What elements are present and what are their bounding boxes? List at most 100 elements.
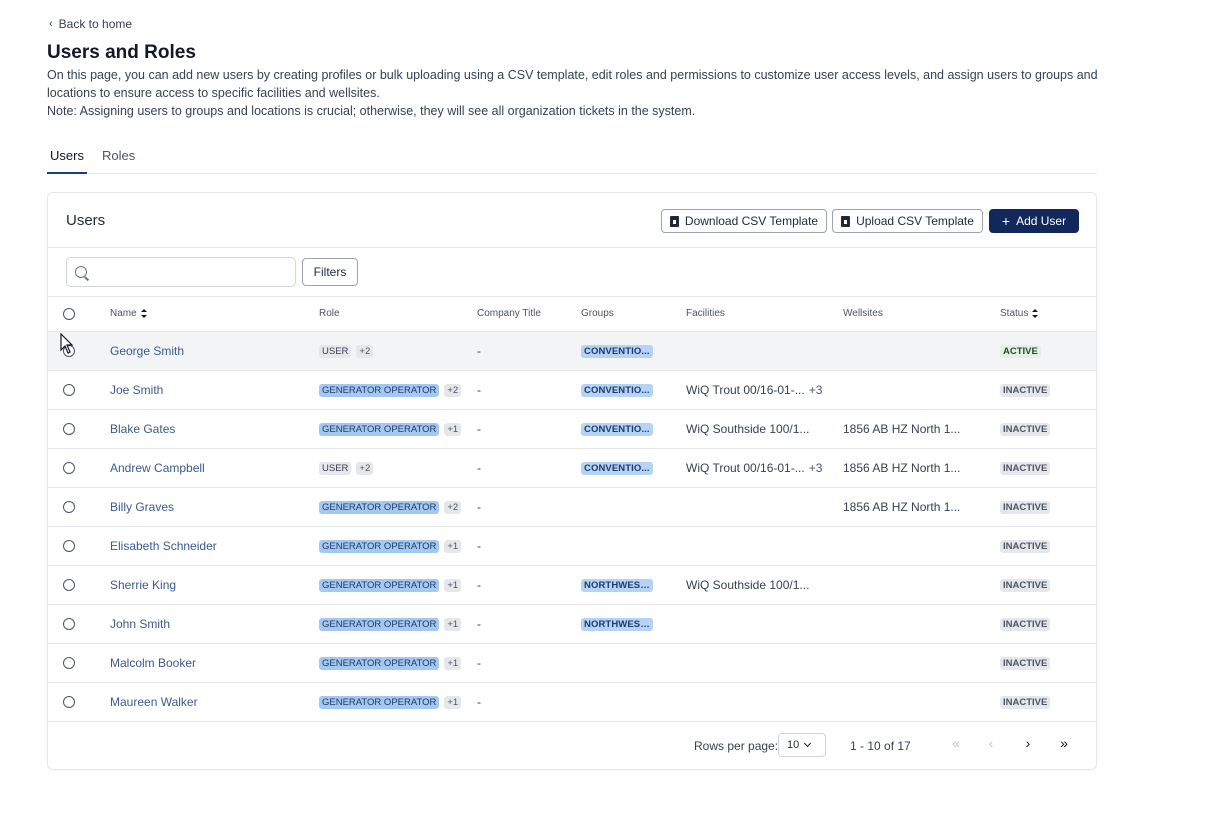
column-header-name[interactable]: Name (110, 297, 319, 332)
company-title: - (477, 577, 481, 592)
chevron-left-icon: ‹ (49, 18, 53, 30)
table-header-row: Name Role Company Title Groups Facilitie… (48, 297, 1096, 332)
facility-text: WiQ Trout 00/16-01-... (686, 382, 805, 397)
page-range: 1 - 10 of 17 (850, 739, 911, 753)
group-badge: NORTHWEST... (581, 578, 653, 592)
user-name-link[interactable]: George Smith (110, 344, 184, 358)
status-badge: ACTIVE (1000, 345, 1041, 358)
company-title: - (477, 499, 481, 514)
table-row[interactable]: Blake Gates GENERATOR OPERATOR +1 - CONVENTI… (48, 409, 1096, 448)
user-name-link[interactable]: Billy Graves (110, 500, 174, 514)
table-row[interactable]: Andrew Campbell USER +2 - CONVENTIO... WiQ Tr… (48, 448, 1096, 487)
role-badge: USER (319, 344, 352, 358)
column-header-role: Role (319, 297, 477, 332)
row-checkbox[interactable] (63, 423, 75, 436)
company-title: - (477, 382, 481, 397)
table-row[interactable]: Maureen Walker GENERATOR OPERATOR +1 - INACT… (48, 682, 1096, 721)
sort-icon (140, 309, 147, 319)
page-description-note: Note: Assigning users to groups and loca… (47, 104, 696, 118)
role-badge: GENERATOR OPERATOR (319, 422, 440, 436)
download-csv-template-button[interactable]: Download CSV Template (661, 209, 827, 233)
role-more-badge: +1 (444, 617, 462, 631)
status-badge: INACTIVE (1000, 579, 1051, 592)
facility-text: WiQ Southside 100/1... (686, 577, 810, 592)
row-checkbox[interactable] (63, 384, 75, 397)
upload-label: Upload CSV Template (856, 214, 974, 228)
tab-roles[interactable]: Roles (99, 140, 138, 174)
tab-users[interactable]: Users (47, 140, 87, 174)
tab-bar: Users Roles (47, 140, 1097, 174)
user-name-link[interactable]: Elisabeth Schneider (110, 539, 217, 553)
rows-per-page-select[interactable]: 10 (778, 733, 826, 757)
role-badge: GENERATOR OPERATOR (319, 383, 440, 397)
role-more-badge: +2 (356, 344, 374, 358)
page-description: On this page, you can add new users by c… (47, 66, 1107, 120)
row-checkbox[interactable] (63, 540, 75, 553)
last-page-button[interactable]: » (1056, 735, 1072, 751)
role-badge: GENERATOR OPERATOR (319, 617, 440, 631)
add-user-button[interactable]: + Add User (989, 209, 1079, 233)
role-badge: GENERATOR OPERATOR (319, 695, 440, 709)
table-row[interactable]: Billy Graves GENERATOR OPERATOR +2 - 1856 AB… (48, 487, 1096, 526)
company-title: - (477, 694, 481, 709)
column-header-status[interactable]: Status (1000, 297, 1096, 332)
select-all-checkbox[interactable] (63, 307, 75, 320)
status-badge: INACTIVE (1000, 540, 1051, 553)
user-name-link[interactable]: Joe Smith (110, 383, 163, 397)
facility-more-link[interactable]: +3 (809, 461, 823, 475)
card-header: Users Download CSV Template Upload CSV T… (48, 193, 1096, 248)
row-checkbox[interactable] (63, 657, 75, 670)
search-box (66, 257, 296, 287)
user-name-link[interactable]: Sherrie King (110, 578, 176, 592)
table-row[interactable]: George Smith USER +2 - CONVENTIO... ACTIVE (48, 331, 1096, 370)
chevron-down-icon (804, 739, 812, 748)
user-name-link[interactable]: Maureen Walker (110, 695, 198, 709)
row-checkbox[interactable] (63, 696, 75, 709)
facility-text: WiQ Trout 00/16-01-... (686, 460, 805, 475)
table-row[interactable]: John Smith GENERATOR OPERATOR +1 - NORTHWEST… (48, 604, 1096, 643)
status-badge: INACTIVE (1000, 696, 1051, 709)
row-checkbox[interactable] (63, 618, 75, 631)
row-checkbox[interactable] (63, 501, 75, 514)
first-page-button[interactable]: « (948, 735, 964, 751)
role-badge: GENERATOR OPERATOR (319, 578, 440, 592)
status-badge: INACTIVE (1000, 423, 1051, 436)
user-name-link[interactable]: Andrew Campbell (110, 461, 205, 475)
column-header-groups: Groups (581, 297, 686, 332)
user-name-link[interactable]: Blake Gates (110, 422, 175, 436)
company-title: - (477, 460, 481, 475)
rows-per-page-label: Rows per page: (694, 739, 779, 753)
role-more-badge: +1 (444, 656, 462, 670)
facility-more-link[interactable]: +3 (809, 383, 823, 397)
role-more-badge: +1 (444, 578, 462, 592)
company-title: - (477, 343, 481, 358)
previous-page-button[interactable]: ‹ (983, 735, 999, 751)
role-badge: GENERATOR OPERATOR (319, 539, 440, 553)
table-row[interactable]: Joe Smith GENERATOR OPERATOR +2 - CONVENTIO.… (48, 370, 1096, 409)
status-badge: INACTIVE (1000, 657, 1051, 670)
table-row[interactable]: Sherrie King GENERATOR OPERATOR +1 - NORTHWE… (48, 565, 1096, 604)
table-row[interactable]: Malcolm Booker GENERATOR OPERATOR +1 - INACT… (48, 643, 1096, 682)
role-more-badge: +2 (356, 461, 374, 475)
card-title: Users (66, 212, 106, 229)
user-name-link[interactable]: Malcolm Booker (110, 656, 196, 670)
group-badge: NORTHWEST... (581, 617, 653, 631)
role-more-badge: +2 (444, 500, 462, 514)
search-icon (75, 266, 87, 278)
plus-icon: + (1001, 213, 1011, 229)
group-badge: CONVENTIO... (581, 422, 653, 436)
table-row[interactable]: Elisabeth Schneider GENERATOR OPERATOR +1 -… (48, 526, 1096, 565)
user-name-link[interactable]: John Smith (110, 617, 170, 631)
back-link-label: Back to home (58, 17, 133, 31)
back-to-home-link[interactable]: ‹ Back to home (49, 17, 132, 31)
row-checkbox[interactable] (63, 462, 75, 475)
company-title: - (477, 655, 481, 670)
row-checkbox[interactable] (63, 579, 75, 592)
role-more-badge: +1 (444, 695, 462, 709)
filters-button[interactable]: Filters (302, 258, 358, 286)
company-title: - (477, 421, 481, 436)
sort-icon (1032, 309, 1039, 319)
upload-csv-template-button[interactable]: Upload CSV Template (832, 209, 983, 233)
search-input[interactable] (95, 259, 285, 285)
next-page-button[interactable]: › (1020, 735, 1036, 751)
